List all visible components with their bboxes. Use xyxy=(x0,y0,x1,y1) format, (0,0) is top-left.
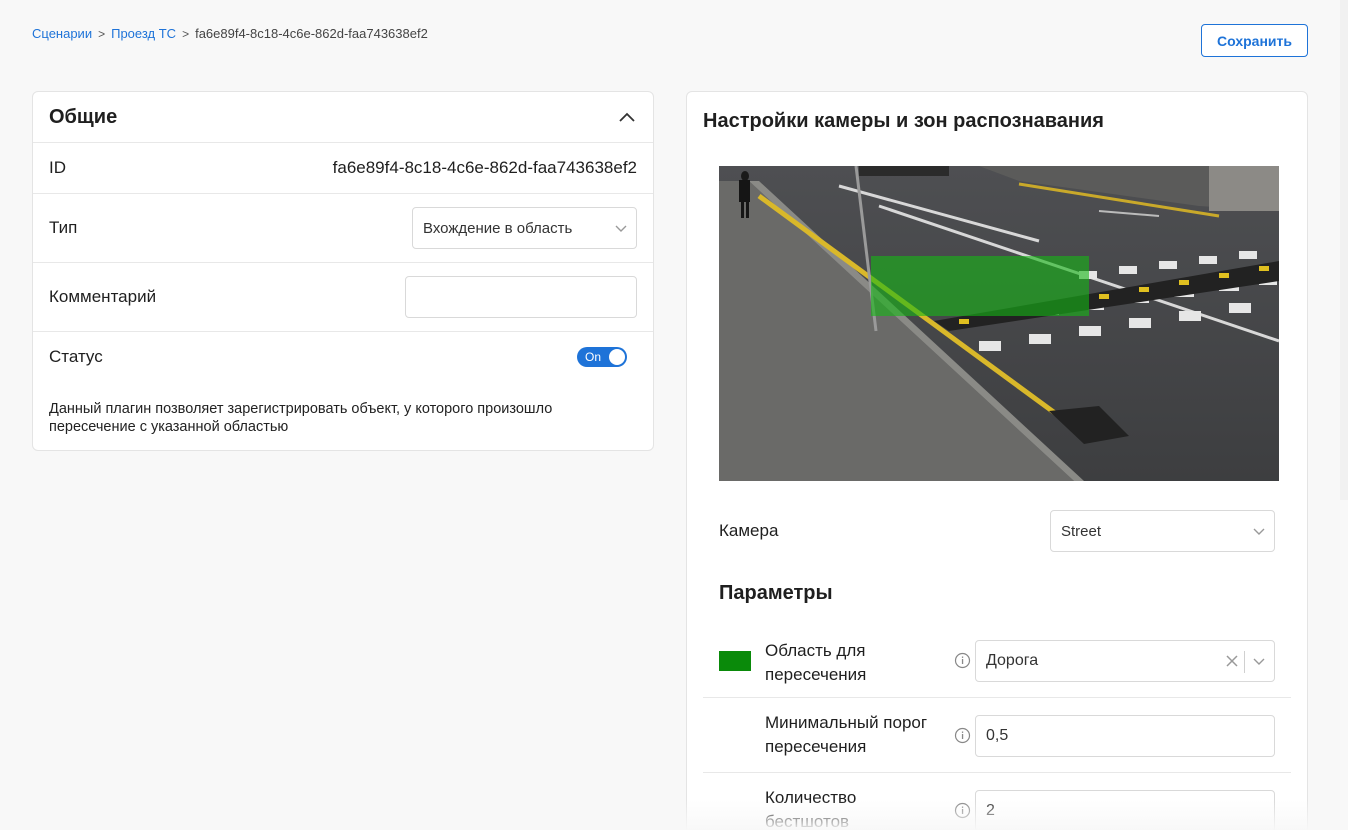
camera-select-value: Street xyxy=(1061,522,1102,540)
save-button[interactable]: Сохранить xyxy=(1201,24,1308,57)
camera-settings-title: Настройки камеры и зон распознавания xyxy=(703,110,1104,132)
camera-preview[interactable] xyxy=(719,166,1279,481)
breadcrumb-link-scenarios[interactable]: Сценарии xyxy=(32,26,92,41)
area-select[interactable]: Дорога xyxy=(975,640,1275,682)
camera-select[interactable]: Street xyxy=(1050,510,1275,552)
info-icon[interactable] xyxy=(954,802,971,819)
id-value: fa6e89f4-8c18-4c6e-862d-faa743638ef2 xyxy=(332,158,637,177)
breadcrumb: Сценарии > Проезд ТС > fa6e89f4-8c18-4c6… xyxy=(32,26,428,41)
type-label: Тип xyxy=(49,218,78,237)
parameters-title: Параметры xyxy=(719,582,833,604)
plugin-description: Данный плагин позволяет зарегистрировать… xyxy=(49,401,553,435)
chevron-down-icon xyxy=(1253,658,1265,665)
camera-row: Камера Street xyxy=(719,510,1275,552)
type-select[interactable]: Вхождение в область xyxy=(412,207,637,249)
param-bestshots-label: Количество бестшотов xyxy=(765,788,857,830)
info-icon[interactable] xyxy=(954,727,971,744)
bestshots-input[interactable]: 2 xyxy=(975,790,1275,830)
param-row-area: Область для пересечения Дорога xyxy=(703,628,1291,698)
area-select-value: Дорога xyxy=(986,652,1039,669)
chevron-down-icon xyxy=(615,225,627,232)
general-card-header[interactable]: Общие xyxy=(33,92,653,143)
id-row: ID fa6e89f4-8c18-4c6e-862d-faa743638ef2 xyxy=(33,143,653,194)
comment-label: Комментарий xyxy=(49,287,157,306)
type-row: Тип Вхождение в область xyxy=(33,194,653,263)
chevron-down-icon xyxy=(1253,528,1265,535)
general-card: Общие ID fa6e89f4-8c18-4c6e-862d-faa7436… xyxy=(32,91,654,451)
param-row-bestshots: Количество бестшотов 2 xyxy=(703,773,1291,830)
param-area-label: Область для пересечения xyxy=(765,641,867,684)
select-divider xyxy=(1244,651,1245,673)
breadcrumb-current: fa6e89f4-8c18-4c6e-862d-faa743638ef2 xyxy=(195,26,428,41)
threshold-input-value: 0,5 xyxy=(986,727,1009,744)
camera-settings-card: Настройки камеры и зон распознавания Кам… xyxy=(686,91,1308,830)
breadcrumb-separator: > xyxy=(98,26,106,41)
breadcrumb-separator: > xyxy=(182,26,190,41)
close-icon[interactable] xyxy=(1226,655,1238,667)
threshold-input[interactable]: 0,5 xyxy=(975,715,1275,757)
param-row-threshold: Минимальный порог пересечения 0,5 xyxy=(703,698,1291,773)
general-card-title: Общие xyxy=(49,105,118,128)
zone-color-swatch xyxy=(719,651,751,671)
comment-input[interactable] xyxy=(405,276,637,318)
bestshots-input-value: 2 xyxy=(986,802,995,819)
status-toggle-label: On xyxy=(585,350,602,364)
comment-row: Комментарий xyxy=(33,263,653,332)
param-threshold-label: Минимальный порог пересечения xyxy=(765,713,928,756)
camera-street-image xyxy=(719,166,1279,481)
status-toggle[interactable]: On xyxy=(577,347,627,367)
toggle-knob xyxy=(609,349,625,365)
camera-label: Камера xyxy=(719,521,779,540)
page-scrollbar[interactable] xyxy=(1340,0,1348,500)
breadcrumb-link-vehicle-passage[interactable]: Проезд ТС xyxy=(111,26,176,41)
status-row: Статус On xyxy=(33,332,653,382)
status-label: Статус xyxy=(49,347,103,366)
type-select-value: Вхождение в область xyxy=(423,219,573,237)
info-icon[interactable] xyxy=(954,652,971,669)
chevron-up-icon[interactable] xyxy=(617,107,637,127)
id-label: ID xyxy=(49,158,66,177)
